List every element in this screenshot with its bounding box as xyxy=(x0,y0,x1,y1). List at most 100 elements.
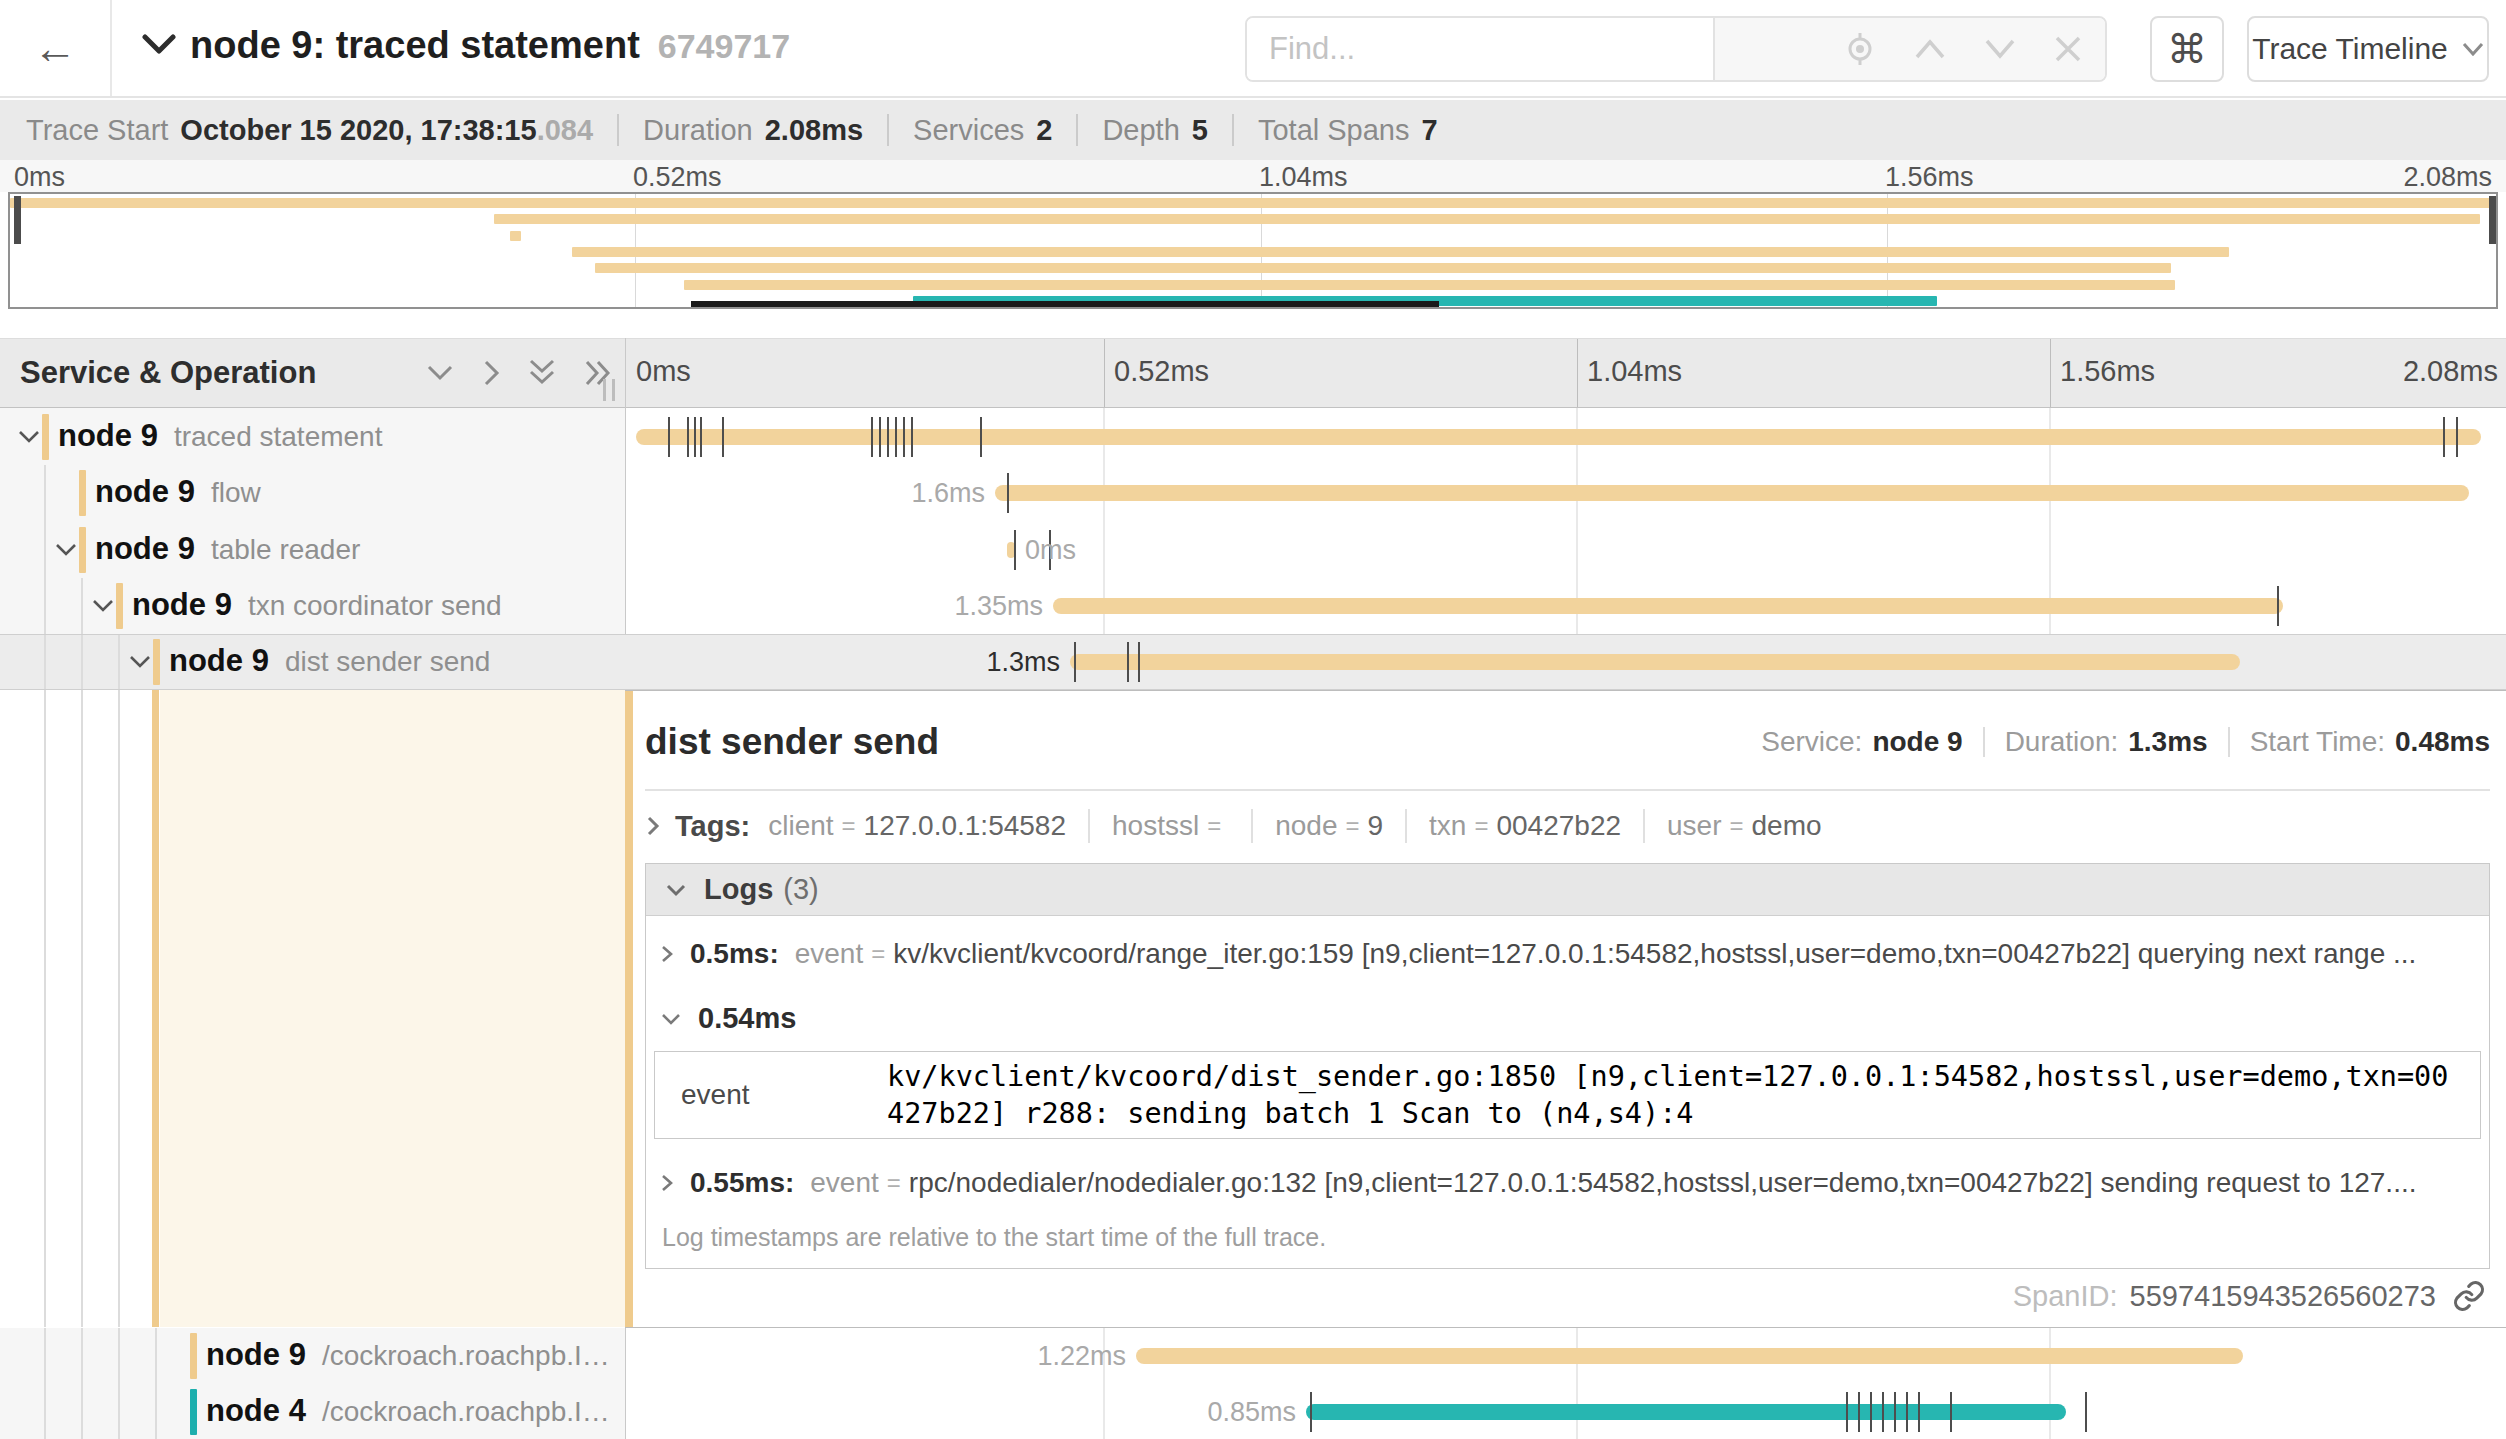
span-row[interactable]: node 9/cockroach.roachpb.I…1.22ms xyxy=(0,1328,2506,1384)
span-name-cell[interactable]: node 9flow xyxy=(0,465,625,521)
minimap-scrub-handle[interactable] xyxy=(2489,196,2496,244)
log-entry[interactable]: 0.5ms:event=kv/kvclient/kvcoord/range_it… xyxy=(646,916,2489,992)
log-marker-tick xyxy=(887,417,889,457)
divider xyxy=(1076,114,1078,146)
indent-guide xyxy=(44,635,46,689)
link-icon[interactable] xyxy=(2452,1279,2486,1313)
collapse-all-icon[interactable] xyxy=(527,358,557,388)
row-expand-chevron-icon[interactable] xyxy=(92,599,114,617)
span-duration-bar[interactable] xyxy=(1053,598,2283,614)
ruler-tick-line xyxy=(2050,339,2051,407)
span-timeline-cell[interactable]: 1.22ms xyxy=(625,1328,2506,1384)
service-name: node 9traced statement xyxy=(58,417,382,453)
keyboard-shortcuts-button[interactable]: ⌘ xyxy=(2150,16,2224,82)
span-timeline-cell[interactable] xyxy=(625,408,2506,465)
log-marker-tick xyxy=(2277,586,2279,626)
match-focus-icon[interactable] xyxy=(1843,32,1877,66)
span-name-cell[interactable]: node 9dist sender send xyxy=(0,635,625,689)
column-resize-grip[interactable] xyxy=(603,379,615,401)
span-duration-label: 0ms xyxy=(1025,534,1076,565)
tag-item[interactable]: node=9 xyxy=(1275,810,1383,842)
tag-value: demo xyxy=(1752,810,1822,842)
tag-divider xyxy=(1251,809,1253,843)
equals-sign: = xyxy=(1474,812,1488,840)
span-row[interactable]: node 9traced statement xyxy=(0,408,2506,465)
span-duration-bar[interactable] xyxy=(1136,1348,2243,1364)
prev-match-icon[interactable] xyxy=(1913,37,1947,61)
log-marker-tick xyxy=(722,417,724,457)
divider xyxy=(2228,727,2230,757)
back-button[interactable]: ← xyxy=(0,0,112,96)
log-entry-expanded-header[interactable]: 0.54ms xyxy=(646,992,2489,1043)
timeline-ruler: 0ms0.52ms1.04ms1.56ms2.08ms xyxy=(625,339,2506,407)
span-name-cell[interactable]: node 9table reader xyxy=(0,521,625,578)
span-duration-label: 1.3ms xyxy=(986,647,1060,678)
span-color-bar xyxy=(79,527,86,573)
logs-header[interactable]: Logs (3) xyxy=(646,864,2489,916)
span-row[interactable]: node 9table reader 0ms xyxy=(0,521,2506,578)
service-name: node 9flow xyxy=(95,474,261,510)
span-row[interactable]: node 9dist sender send 1.3ms xyxy=(0,634,2506,690)
indent-guide xyxy=(44,521,46,578)
minimap-viewport-indicator[interactable] xyxy=(691,301,1439,307)
summary-label: Depth xyxy=(1102,114,1179,147)
span-row[interactable]: node 9txn coordinator send1.35ms xyxy=(0,578,2506,634)
span-duration-bar[interactable] xyxy=(995,485,2469,501)
log-marker-tick xyxy=(1310,1392,1312,1432)
minimap[interactable] xyxy=(8,192,2498,309)
collapse-title-chevron-icon[interactable] xyxy=(142,34,176,56)
divider xyxy=(1232,114,1234,146)
row-expand-chevron-icon[interactable] xyxy=(129,655,151,673)
trace-view-selector[interactable]: Trace Timeline xyxy=(2247,16,2489,82)
service-name: node 4/cockroach.roachpb.I… xyxy=(206,1392,610,1428)
meta-label: Duration: xyxy=(2005,726,2119,758)
row-expand-chevron-icon[interactable] xyxy=(18,430,40,448)
find-bar xyxy=(1245,16,2107,82)
clear-find-icon[interactable] xyxy=(2053,34,2083,64)
span-name-cell[interactable]: node 9txn coordinator send xyxy=(0,578,625,634)
indent-guide xyxy=(81,1328,83,1384)
span-timeline-cell[interactable]: 1.3ms xyxy=(625,635,2506,689)
operation-name: table reader xyxy=(211,533,360,564)
log-marker-tick xyxy=(980,417,982,457)
span-timeline-cell[interactable]: 1.35ms xyxy=(625,578,2506,634)
expand-log-chevron-icon xyxy=(660,1172,674,1194)
row-expand-chevron-icon[interactable] xyxy=(55,543,77,561)
tag-key: client xyxy=(768,810,833,842)
log-entry[interactable]: 0.55ms:event=rpc/nodedialer/nodedialer.g… xyxy=(646,1139,2489,1213)
indent-guide xyxy=(155,1328,157,1384)
span-timeline-cell[interactable]: 0ms xyxy=(625,521,2506,578)
find-input[interactable] xyxy=(1247,18,1715,80)
span-row[interactable]: node 4/cockroach.roachpb.I… 0.85ms xyxy=(0,1384,2506,1439)
span-duration-bar[interactable] xyxy=(1306,1404,2066,1420)
span-name-cell[interactable]: node 4/cockroach.roachpb.I… xyxy=(0,1384,625,1439)
minimap-scrub-handle[interactable] xyxy=(14,196,21,244)
trace-summary-bar: Trace StartOctober 15 2020, 17:38:15.084… xyxy=(0,100,2506,160)
expand-one-icon[interactable] xyxy=(481,358,501,388)
tag-item[interactable]: hostssl= xyxy=(1112,810,1229,842)
indent-guide xyxy=(118,635,120,689)
span-duration-bar[interactable] xyxy=(1070,654,2240,670)
log-marker-tick xyxy=(903,417,905,457)
tag-item[interactable]: client=127.0.0.1:54582 xyxy=(768,810,1066,842)
selected-span-tint xyxy=(160,690,625,1327)
log-marker-tick xyxy=(1127,642,1129,682)
span-timeline-cell[interactable]: 0.85ms xyxy=(625,1384,2506,1439)
span-color-bar xyxy=(153,639,160,685)
next-match-icon[interactable] xyxy=(1983,37,2017,61)
span-color-bar xyxy=(190,1333,197,1379)
span-timeline-cell[interactable]: 1.6ms xyxy=(625,465,2506,521)
tags-row[interactable]: Tags: client=127.0.0.1:54582hostssl=node… xyxy=(645,809,2490,843)
span-row[interactable]: node 9flow 1.6ms xyxy=(0,465,2506,521)
service-operation-header: Service & Operation xyxy=(0,339,625,407)
equals-sign: = xyxy=(842,812,856,840)
log-timestamp: 0.55ms: xyxy=(690,1167,794,1199)
page-title: node 9: traced statement6749717 xyxy=(190,24,790,67)
collapse-logs-chevron-icon xyxy=(664,882,688,898)
collapse-one-icon[interactable] xyxy=(425,363,455,383)
tag-item[interactable]: user=demo xyxy=(1667,810,1822,842)
span-name-cell[interactable]: node 9/cockroach.roachpb.I… xyxy=(0,1328,625,1384)
tag-item[interactable]: txn=00427b22 xyxy=(1429,810,1621,842)
trace-id: 6749717 xyxy=(658,27,790,65)
span-name-cell[interactable]: node 9traced statement xyxy=(0,408,625,465)
